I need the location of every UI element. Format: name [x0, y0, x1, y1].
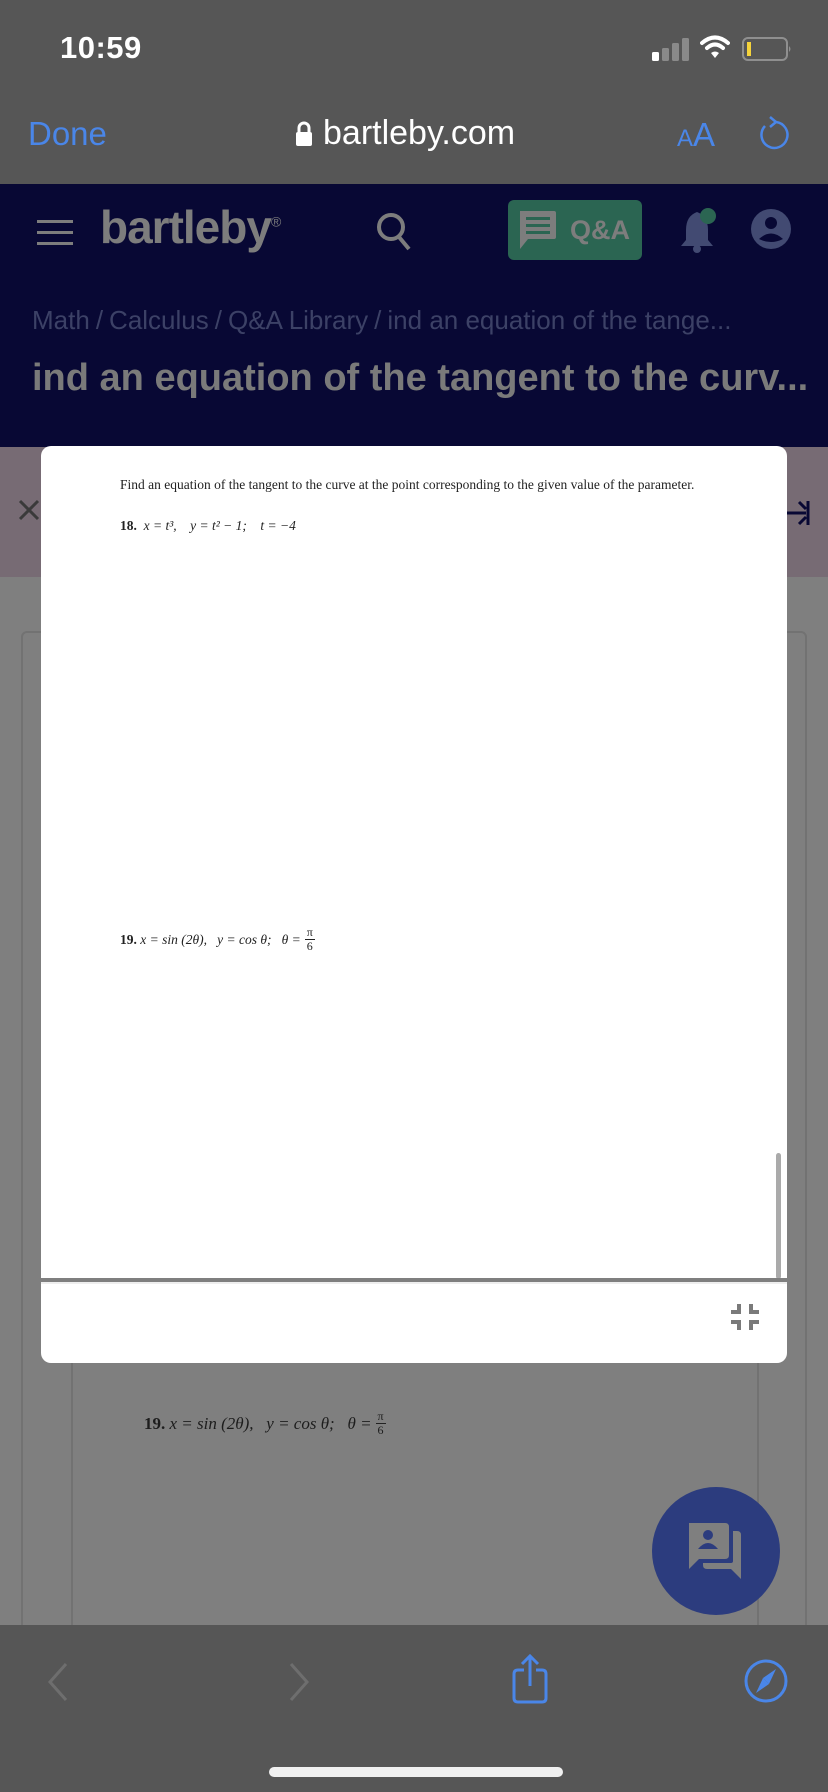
modal-divider [41, 1278, 787, 1284]
fraction: π6 [375, 1409, 386, 1437]
cellular-signal-icon [652, 38, 689, 61]
reload-icon[interactable] [756, 114, 790, 154]
x-equation: x = t³, [143, 518, 177, 533]
fraction-denominator: 6 [377, 1423, 384, 1437]
url-text: bartleby.com [323, 114, 516, 152]
home-indicator[interactable] [269, 1767, 563, 1777]
chat-support-button[interactable] [652, 1487, 780, 1615]
close-icon[interactable] [17, 498, 41, 522]
breadcrumb-qa-library[interactable]: Q&A Library [228, 305, 368, 335]
parameter-lhs: θ = [281, 931, 301, 947]
share-icon[interactable] [510, 1652, 550, 1706]
problem-18: 18. x = t³, y = t² − 1; t = −4 [120, 518, 296, 534]
problem-number: 19. [120, 931, 137, 947]
battery-icon [742, 37, 791, 61]
qa-label: Q&A [570, 214, 630, 245]
address-bar[interactable]: bartleby.com [295, 114, 515, 153]
x-equation: x = sin (2θ), [140, 931, 207, 947]
problem-instructions: Find an equation of the tangent to the c… [120, 477, 695, 492]
qa-button[interactable]: Q&A [508, 200, 642, 260]
profile-icon[interactable] [750, 208, 792, 250]
text-size-small-a: A [677, 125, 694, 152]
notification-bell-icon[interactable] [680, 208, 720, 254]
breadcrumb-separator: / [374, 305, 382, 335]
fraction: π6 [304, 925, 315, 953]
page-title: ind an equation of the tangent to the cu… [32, 357, 809, 399]
collapse-fullscreen-icon[interactable] [731, 1302, 759, 1332]
fraction-numerator: π [306, 925, 313, 939]
breadcrumb-calculus[interactable]: Calculus [109, 305, 209, 335]
hamburger-menu-icon[interactable] [37, 218, 77, 248]
bartleby-logo[interactable]: bartleby® [100, 200, 281, 254]
modal-image-content[interactable]: Find an equation of the tangent to the c… [41, 446, 787, 1279]
breadcrumb-math[interactable]: Math [32, 305, 90, 335]
breadcrumb-separator: / [95, 305, 104, 335]
fraction-numerator: π [377, 1409, 384, 1423]
y-equation: y = cos θ; [217, 931, 272, 947]
compass-icon[interactable] [743, 1657, 789, 1705]
back-chevron-icon[interactable] [44, 1660, 74, 1704]
breadcrumb-current: ind an equation of the tange... [387, 305, 732, 335]
browser-top-bar [0, 0, 828, 184]
problem-equations: x = sin (2θ), y = cos θ; θ = [169, 1413, 372, 1433]
forward-chevron-icon[interactable] [283, 1660, 313, 1704]
parameter-value: t = −4 [260, 518, 296, 533]
lock-icon [296, 121, 312, 146]
modal-scrollbar[interactable] [776, 1153, 781, 1279]
problem-number: 19. [144, 1413, 166, 1433]
problem-number: 18. [120, 518, 137, 533]
y-equation: y = t² − 1; [190, 518, 247, 533]
status-time: 10:59 [60, 30, 142, 65]
text-size-large-a: A [693, 116, 716, 153]
breadcrumb: Math / Calculus / Q&A Library / ind an equatio… [32, 305, 731, 336]
fraction-denominator: 6 [306, 939, 313, 953]
logo-text: bartleby [100, 201, 272, 253]
text-size-button[interactable]: AA [677, 116, 715, 154]
chat-lines-icon [520, 211, 556, 249]
search-icon[interactable] [374, 210, 414, 252]
chat-person-icon [689, 1523, 741, 1579]
background-problem-19: 19. x = sin (2θ), y = cos θ; θ = π6 [144, 1410, 386, 1437]
breadcrumb-separator: / [214, 305, 222, 335]
card-inner-border [71, 1360, 73, 1625]
problem-19: 19. x = sin (2θ), y = cos θ; θ = π6 [120, 926, 315, 953]
done-button[interactable]: Done [28, 115, 107, 153]
registered-mark: ® [270, 213, 281, 230]
image-modal: Find an equation of the tangent to the c… [41, 446, 787, 1363]
wifi-icon [700, 35, 730, 58]
expand-arrow-icon[interactable] [786, 498, 810, 528]
